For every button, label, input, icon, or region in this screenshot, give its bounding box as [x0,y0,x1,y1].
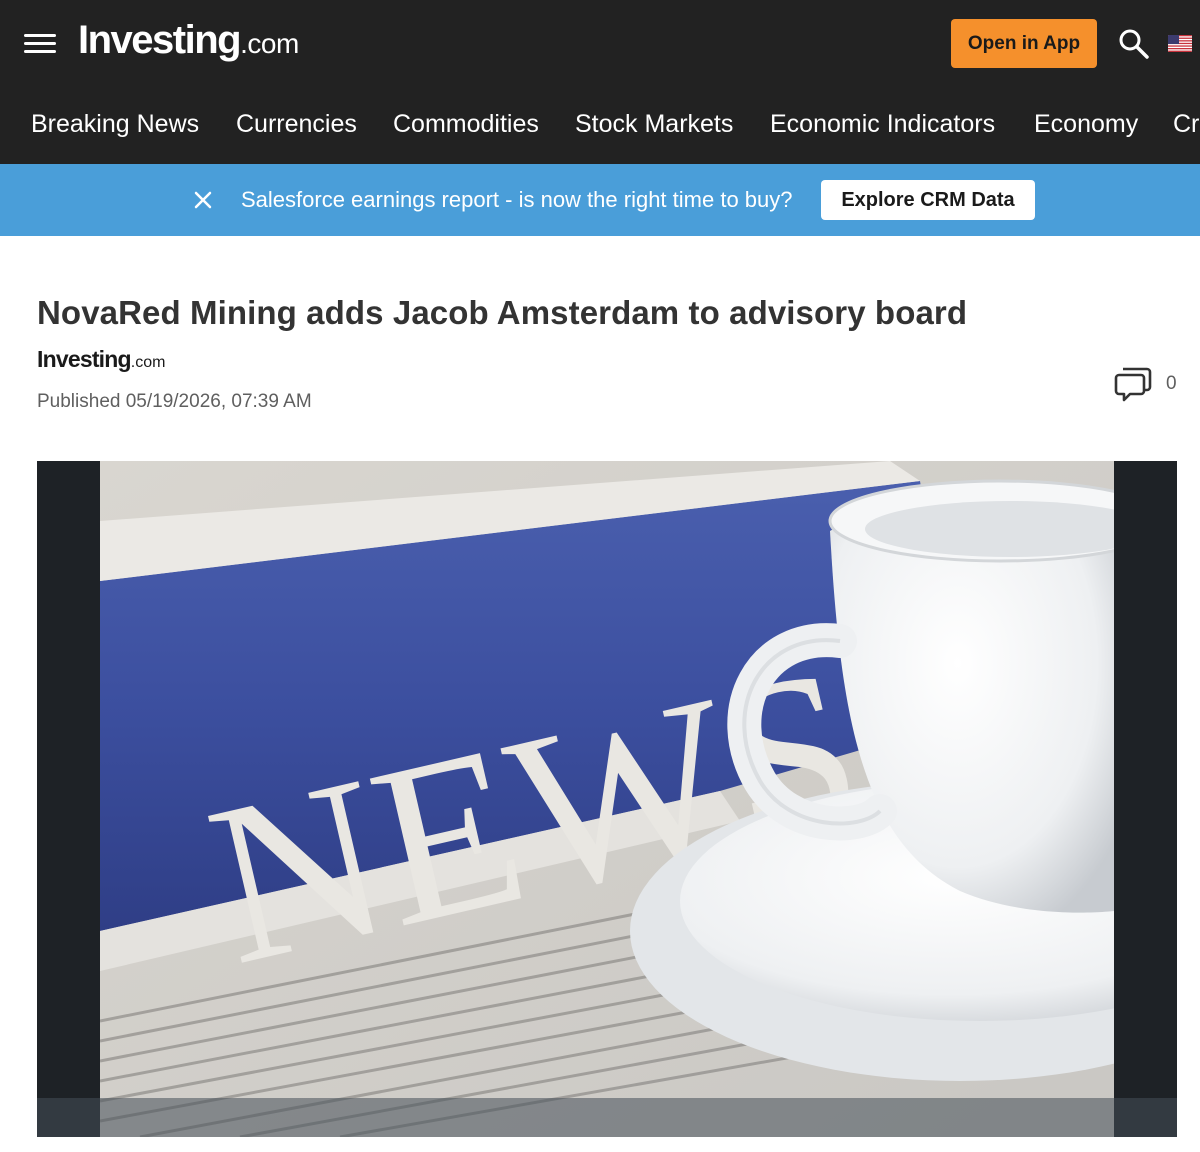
promo-banner-text[interactable]: Salesforce earnings report - is now the … [241,187,793,213]
article-hero-image: NEWS [37,461,1177,1137]
main-nav: Breaking News Currencies Commodities Sto… [0,88,1200,164]
site-logo[interactable]: Investing .com [78,18,299,66]
image-caption-bar [37,1098,1177,1137]
nav-item-currencies[interactable]: Currencies [236,110,357,139]
source-logo-suffix: .com [130,354,166,371]
nav-item-commodities[interactable]: Commodities [393,110,539,139]
nav-item-economic-indicators[interactable]: Economic Indicators [770,110,995,139]
newspaper-coffee-image: NEWS [100,461,1114,1137]
source-logo-main: Investing [37,346,132,372]
article-source-logo[interactable]: Investing .com [37,346,165,373]
promo-banner: Salesforce earnings report - is now the … [0,164,1200,236]
explore-crm-data-button[interactable]: Explore CRM Data [821,180,1035,220]
nav-item-truncated[interactable]: Cr [1173,110,1199,139]
article-title: NovaRed Mining adds Jacob Amsterdam to a… [37,294,968,331]
close-icon[interactable] [191,188,215,212]
comments-button[interactable]: 0 [1114,366,1177,402]
published-timestamp: Published 05/19/2026, 07:39 AM [37,391,312,412]
nav-item-breaking-news[interactable]: Breaking News [31,110,199,139]
logo-suffix-text: .com [240,28,299,59]
nav-item-economy[interactable]: Economy [1034,110,1138,139]
search-icon[interactable] [1118,28,1150,60]
comment-icon [1114,367,1152,402]
nav-item-stock-markets[interactable]: Stock Markets [575,110,733,139]
open-in-app-button[interactable]: Open in App [951,19,1097,68]
logo-main-text: Investing [78,18,242,62]
top-header: Investing .com Open in App [0,0,1200,88]
comment-count: 0 [1166,373,1177,394]
us-flag-icon[interactable] [1168,35,1192,52]
menu-icon[interactable] [24,34,56,54]
